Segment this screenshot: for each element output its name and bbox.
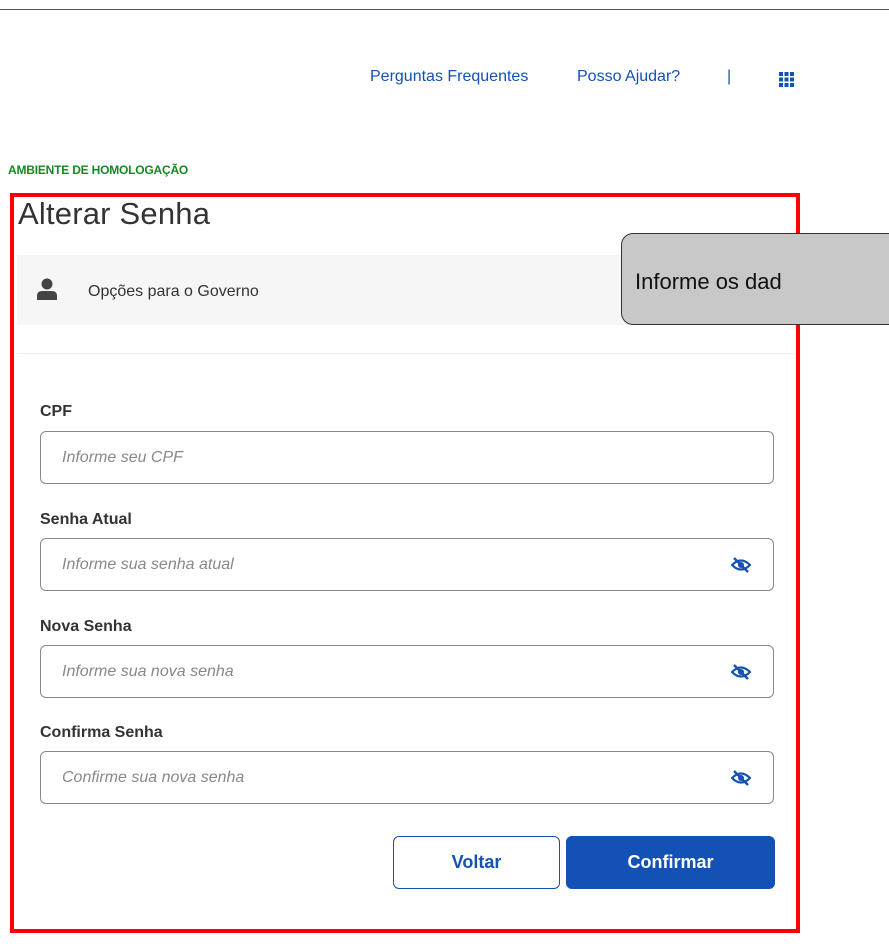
back-button[interactable]: Voltar — [393, 836, 560, 889]
new-password-field-box — [40, 645, 774, 698]
cpf-field-box — [40, 431, 774, 484]
new-password-label: Nova Senha — [40, 618, 132, 635]
environment-label: AMBIENTE DE HOMOLOGAÇÃO — [8, 163, 189, 177]
user-icon — [37, 278, 57, 300]
tooltip-callout: Informe os dad — [621, 233, 889, 325]
tooltip-text: Informe os dad — [635, 269, 782, 294]
top-border-line — [0, 9, 889, 10]
cpf-label: CPF — [40, 403, 72, 420]
grid-apps-icon[interactable] — [779, 72, 794, 87]
gov-options-label[interactable]: Opções para o Governo — [88, 283, 259, 301]
current-password-field-box — [40, 538, 774, 591]
confirm-password-field-box — [40, 751, 774, 804]
confirm-password-label: Confirma Senha — [40, 724, 163, 741]
section-divider — [17, 353, 796, 354]
current-password-input[interactable] — [62, 539, 702, 590]
confirm-password-input[interactable] — [62, 752, 702, 803]
help-link[interactable]: Posso Ajudar? — [577, 68, 680, 86]
confirm-button[interactable]: Confirmar — [566, 836, 775, 889]
faq-link[interactable]: Perguntas Frequentes — [370, 68, 528, 86]
page-title: Alterar Senha — [18, 196, 211, 231]
nav-separator: | — [727, 68, 732, 85]
eye-slash-icon[interactable] — [731, 662, 751, 682]
eye-slash-icon[interactable] — [731, 768, 751, 788]
eye-slash-icon[interactable] — [731, 555, 751, 575]
cpf-input[interactable] — [62, 432, 702, 483]
new-password-input[interactable] — [62, 646, 702, 697]
top-nav: Perguntas Frequentes Posso Ajudar? | — [0, 68, 889, 90]
current-password-label: Senha Atual — [40, 511, 132, 528]
